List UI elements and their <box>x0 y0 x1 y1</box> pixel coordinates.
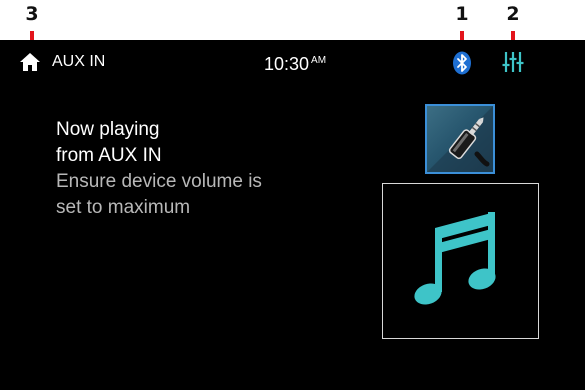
bluetooth-button[interactable] <box>452 51 472 75</box>
clock: 10:30 AM <box>264 50 326 75</box>
aux-cable-icon <box>427 106 493 172</box>
clock-ampm: AM <box>311 55 327 66</box>
clock-time: 10:30 <box>264 54 310 74</box>
status-bar: AUX IN 10:30 AM <box>0 40 585 80</box>
callout-number: 3 <box>25 3 39 25</box>
bluetooth-icon <box>453 51 471 75</box>
message-line-2: from AUX IN <box>56 145 162 166</box>
home-button[interactable] <box>19 52 41 72</box>
equalizer-button[interactable] <box>502 51 524 73</box>
message-line-3: Ensure device volume is <box>56 171 262 192</box>
album-art <box>382 183 539 339</box>
music-note-icon <box>414 212 496 305</box>
callout-number: 2 <box>506 3 520 25</box>
head-unit-screen: AUX IN 10:30 AM Now playing from AUX IN … <box>0 40 585 390</box>
source-label: AUX IN <box>52 53 106 70</box>
message-line-4: set to maximum <box>56 197 191 218</box>
equalizer-icon <box>502 52 524 72</box>
message-line-1: Now playing <box>56 119 160 140</box>
callout-number: 1 <box>455 3 469 25</box>
aux-source-thumbnail[interactable] <box>425 104 495 174</box>
home-icon <box>20 53 40 71</box>
now-playing-message: Now playing from AUX IN Ensure device vo… <box>56 117 262 221</box>
